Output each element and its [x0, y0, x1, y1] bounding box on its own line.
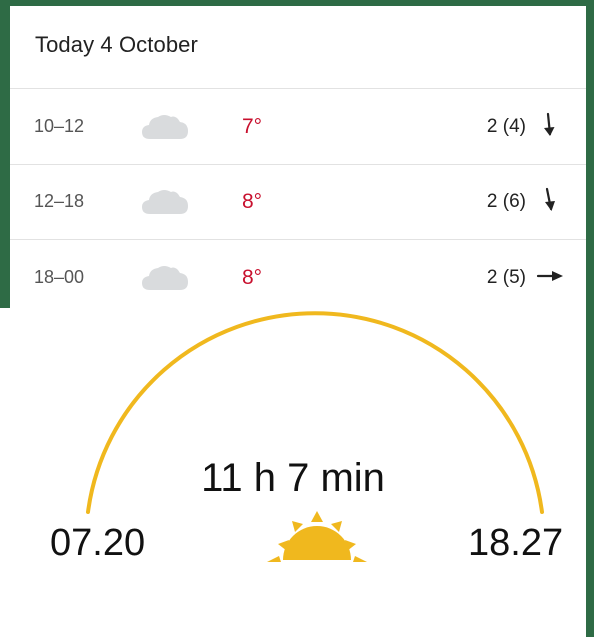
forecast-wind: 2 (6) [486, 191, 526, 212]
forecast-title: Today 4 October [35, 32, 198, 57]
forecast-wind: 2 (4) [486, 116, 526, 137]
cloud-icon [142, 115, 188, 139]
forecast-temperature: 7° [242, 115, 263, 138]
forecast-temperature: 8° [242, 266, 263, 289]
forecast-temperature: 8° [242, 190, 263, 213]
cloud-icon [142, 266, 188, 290]
forecast-row[interactable]: 12–18 8° 2 (6) [10, 164, 586, 240]
forecast-time: 12–18 [34, 191, 85, 211]
sunrise-time: 07.20 [50, 522, 146, 564]
forecast-row[interactable]: 10–12 7° 2 (4) [10, 88, 586, 165]
forecast-time: 10–12 [34, 116, 85, 136]
forecast-card: Today 4 October 10–12 7° 2 (4) 12–18 8° … [10, 6, 586, 316]
arrow-down-icon [544, 112, 555, 136]
sun-icon [267, 511, 367, 562]
day-length: 11 h 7 min [201, 456, 385, 500]
forecast-wind: 2 (5) [486, 267, 526, 288]
cloud-icon [142, 190, 188, 214]
sun-panel: 11 h 7 min 07.20 18.27 [0, 308, 586, 637]
sunset-time: 18.27 [468, 522, 564, 564]
forecast-time: 18–00 [34, 267, 85, 287]
forecast-row[interactable]: 18–00 8° 2 (5) [10, 240, 586, 316]
arrow-right-icon [536, 271, 563, 281]
arrow-down-icon [545, 187, 555, 211]
